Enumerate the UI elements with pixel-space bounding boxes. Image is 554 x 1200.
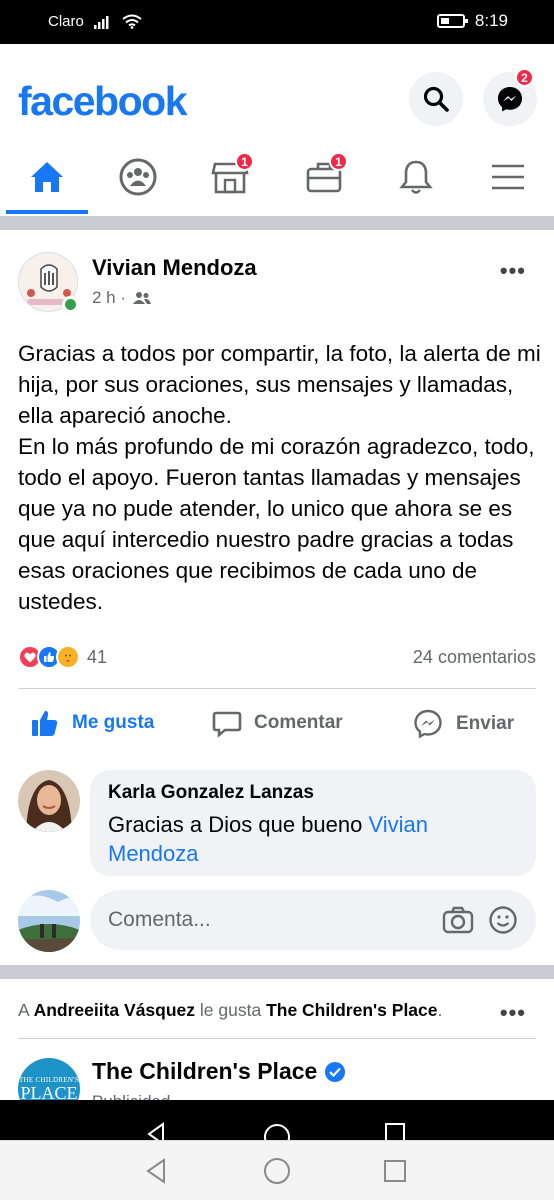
commenter-avatar[interactable]: [18, 770, 80, 832]
post-options-button[interactable]: •••: [500, 258, 526, 284]
story-options-button[interactable]: •••: [500, 1000, 526, 1026]
page-name[interactable]: The Children's Place: [92, 1058, 346, 1085]
like-button[interactable]: Me gusta: [30, 708, 154, 738]
story-prefix: A: [18, 1000, 34, 1020]
reaction-count: 41: [87, 646, 108, 667]
feed-divider: [0, 216, 554, 230]
messenger-icon: [498, 87, 522, 112]
tab-notifications[interactable]: [386, 152, 446, 202]
comments-count[interactable]: 24 comentarios: [413, 647, 536, 668]
carrier-label: Claro: [48, 13, 84, 30]
clock: 8:19: [474, 11, 508, 30]
emoji-icon[interactable]: [488, 905, 518, 935]
system-nav-bar-overlay: [0, 1100, 554, 1140]
active-tab-indicator: [6, 210, 88, 214]
bell-icon: [399, 160, 433, 194]
search-icon: [423, 86, 449, 112]
feed-story: A Andreeiita Vásquez le gusta The Childr…: [0, 980, 554, 1120]
care-reaction-icon: [56, 645, 80, 669]
app-header: facebook 2: [0, 44, 554, 140]
groups-icon: [119, 158, 157, 196]
messenger-badge: 2: [515, 68, 534, 87]
comment-icon: [212, 711, 242, 738]
home-circle-icon: [264, 1158, 290, 1184]
story-verb: le gusta: [195, 1000, 267, 1020]
post-author[interactable]: Vivian Mendoza: [92, 255, 257, 281]
wifi-icon: [122, 14, 142, 29]
battery-icon: [436, 14, 468, 28]
verified-icon: [325, 1061, 346, 1082]
search-button[interactable]: [409, 72, 463, 126]
comment-composer[interactable]: [90, 890, 536, 950]
tab-groups[interactable]: [108, 152, 168, 202]
online-indicator: [62, 296, 79, 313]
main-tabs: 1 1: [0, 140, 554, 216]
current-user-avatar: [18, 890, 80, 952]
back-icon-dark: [147, 1122, 164, 1140]
nav-back-button[interactable]: [136, 1155, 176, 1187]
tab-jobs[interactable]: 1: [294, 152, 354, 202]
friends-icon: [133, 292, 152, 304]
messenger-send-icon: [414, 709, 442, 739]
story-actor[interactable]: Andreeiita Vásquez: [34, 1000, 195, 1020]
nav-recents-button[interactable]: [375, 1155, 415, 1187]
hamburger-menu-icon: [492, 164, 524, 190]
facebook-logo[interactable]: facebook: [18, 78, 188, 125]
post-meta: 2 h ·: [92, 288, 152, 308]
back-icon: [146, 1158, 165, 1184]
system-nav-bar: [0, 1140, 554, 1200]
messenger-button[interactable]: 2: [483, 68, 537, 126]
send-button[interactable]: Enviar: [412, 708, 514, 740]
comment-body: Gracias a Dios que bueno: [108, 812, 369, 837]
commenter-photo: [18, 770, 80, 832]
marketplace-badge: 1: [235, 152, 254, 171]
tab-home[interactable]: [17, 152, 77, 202]
story-divider: [18, 1038, 536, 1039]
story-page[interactable]: The Children's Place: [266, 1000, 437, 1020]
comment-label: Comentar: [254, 712, 343, 733]
comment-button[interactable]: Comentar: [212, 708, 343, 738]
post-time[interactable]: 2 h ·: [92, 288, 126, 308]
recents-icon: [384, 1160, 406, 1182]
post-actions: Me gusta Comentar Enviar: [0, 700, 554, 750]
recents-icon-dark: [385, 1123, 405, 1140]
current-user-photo: [18, 890, 80, 952]
home-icon: [31, 162, 63, 192]
thumbs-up-icon: [32, 710, 58, 736]
comment-author[interactable]: Karla Gonzalez Lanzas: [108, 782, 518, 804]
post-body: Gracias a todos por compartir, la foto, …: [18, 341, 541, 614]
story-context: A Andreeiita Vásquez le gusta The Childr…: [18, 1000, 442, 1021]
home-circle-icon-dark: [264, 1124, 290, 1140]
nav-home-button[interactable]: [257, 1153, 297, 1189]
tab-menu[interactable]: [478, 152, 538, 202]
signal-icon: [93, 15, 109, 29]
jobs-badge: 1: [329, 152, 348, 171]
feed-divider-2: [0, 965, 554, 979]
reactions-summary[interactable]: 41 24 comentarios: [18, 642, 536, 672]
comment-input[interactable]: [108, 908, 442, 932]
tab-marketplace[interactable]: 1: [200, 152, 260, 202]
comment-bubble[interactable]: Karla Gonzalez Lanzas Gracias a Dios que…: [90, 770, 536, 876]
comment-text: Gracias a Dios que bueno Vivian Mendoza: [108, 810, 518, 868]
send-label: Enviar: [456, 713, 515, 734]
post-card: Vivian Mendoza 2 h · ••• Gracias a todos…: [0, 230, 554, 965]
like-label: Me gusta: [72, 712, 155, 733]
story-suffix: .: [437, 1000, 443, 1020]
status-bar: Claro 8:19: [0, 0, 554, 44]
actions-divider: [18, 688, 536, 689]
page-name-text: The Children's Place: [92, 1058, 318, 1084]
camera-icon[interactable]: [442, 906, 474, 934]
